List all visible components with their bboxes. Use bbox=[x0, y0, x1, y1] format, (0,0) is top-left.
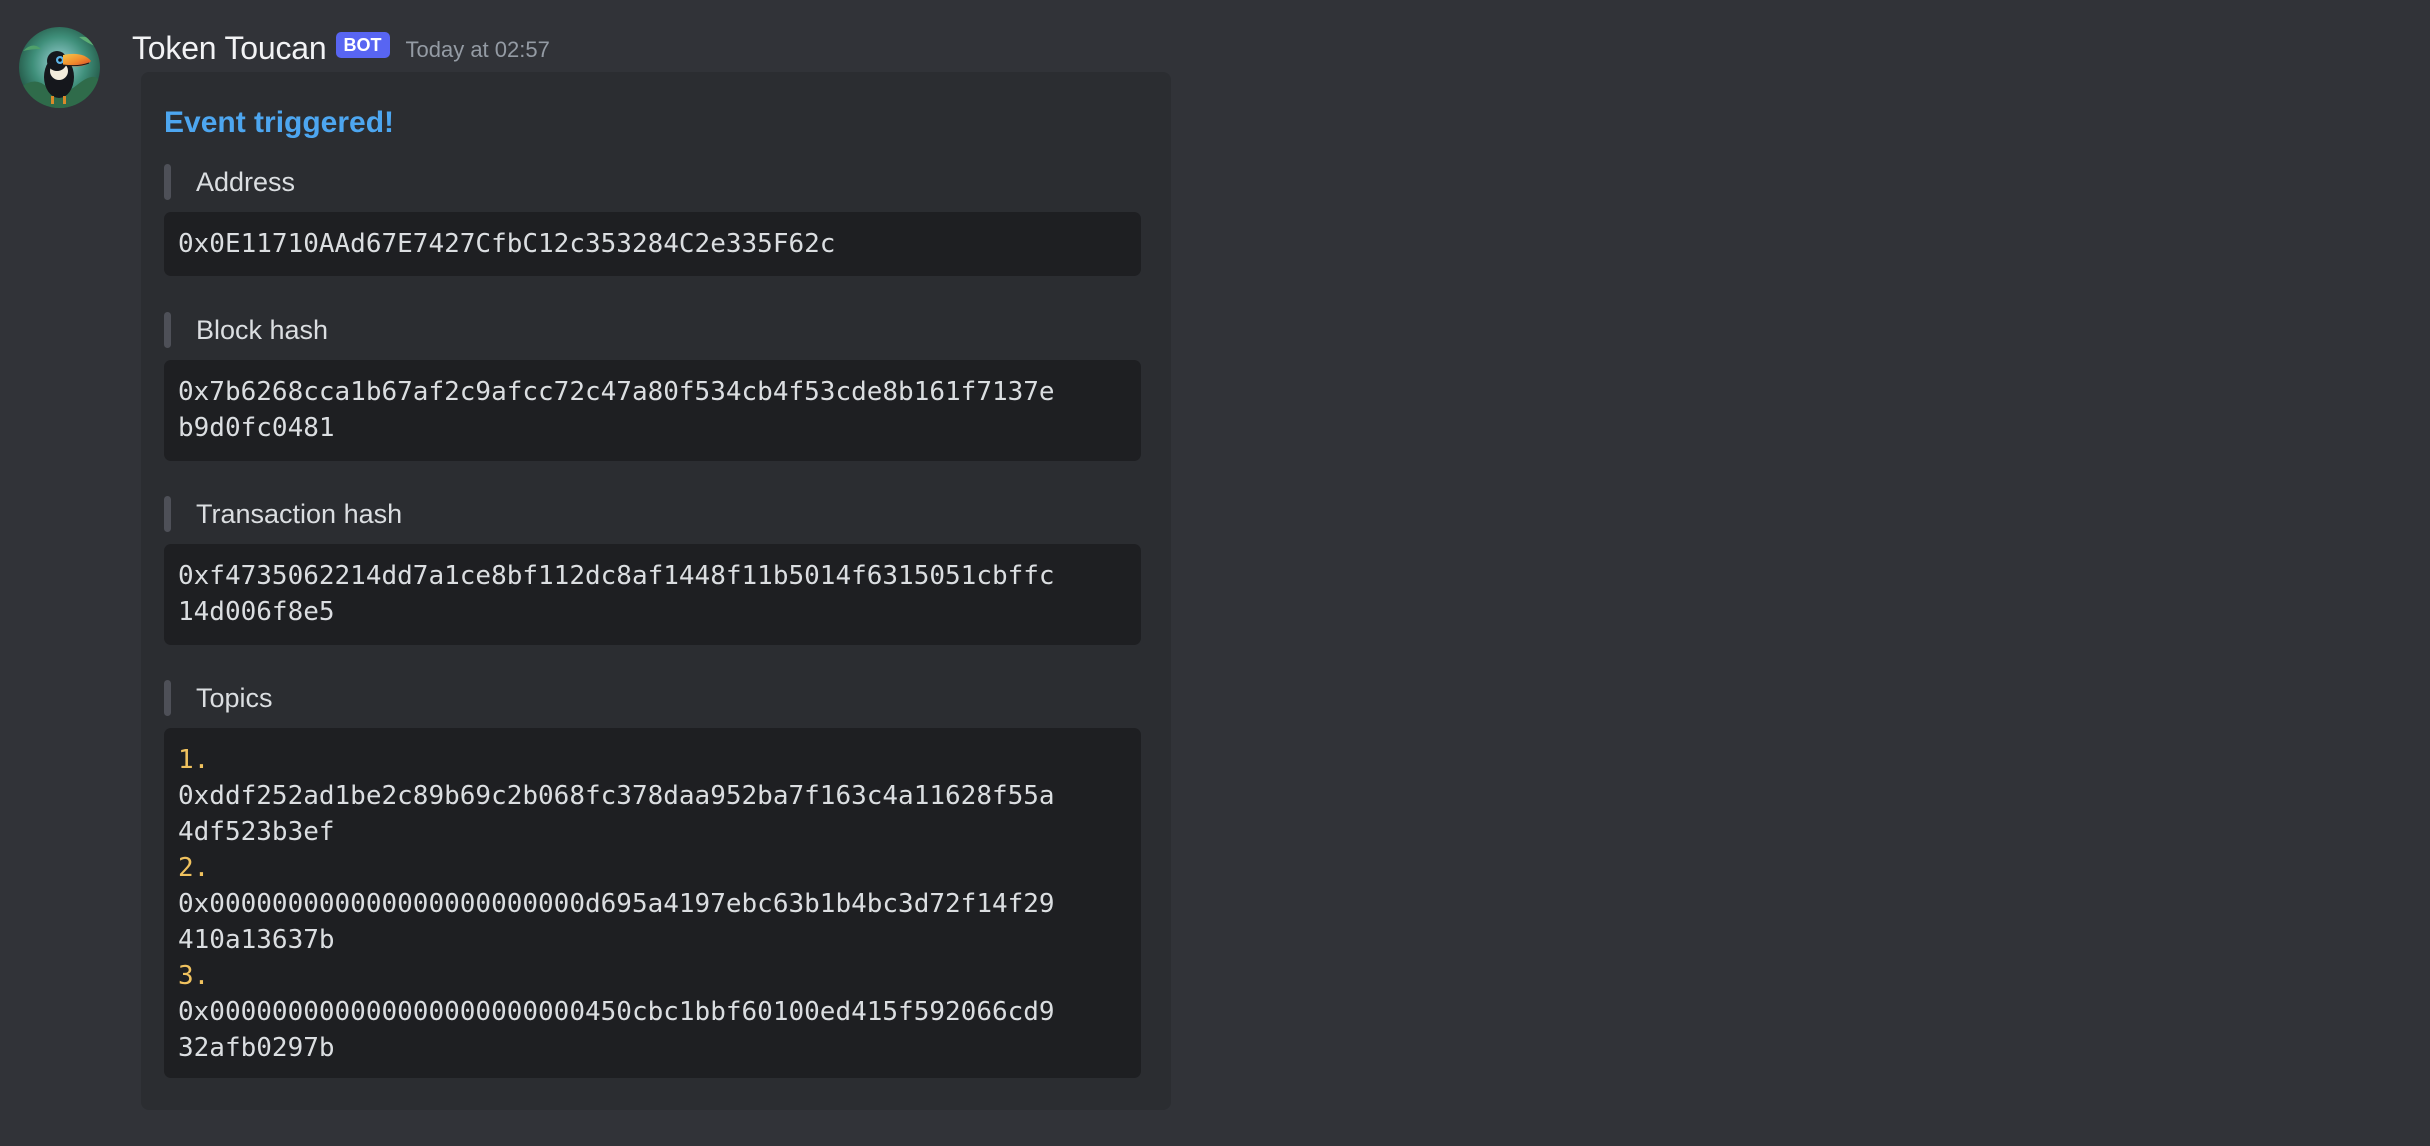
topic-number: 2. bbox=[178, 853, 210, 883]
code-line: 14d006f8e5 bbox=[178, 597, 335, 627]
field-name-topics: Topics bbox=[164, 680, 273, 716]
message-timestamp[interactable]: Today at 02:57 bbox=[406, 37, 550, 63]
code-block-address[interactable]: 0x0E11710AAd67E7427CfbC12c353284C2e335F6… bbox=[164, 212, 1141, 276]
topic-line: 0x000000000000000000000000450cbc1bbf6010… bbox=[178, 997, 1055, 1027]
quote-bar bbox=[164, 496, 171, 532]
code-line: 0x0E11710AAd67E7427CfbC12c353284C2e335F6… bbox=[178, 229, 836, 259]
embed-title: Event triggered! bbox=[164, 106, 395, 139]
topic-number: 3. bbox=[178, 961, 210, 991]
message-header: Token Toucan BOT Today at 02:57 bbox=[132, 26, 550, 70]
topic-line: 0x000000000000000000000000d695a4197ebc63… bbox=[178, 889, 1055, 919]
code-block-topics[interactable]: 1. 0xddf252ad1be2c89b69c2b068fc378daa952… bbox=[164, 728, 1141, 1078]
code-line: 0x7b6268cca1b67af2c9afcc72c47a80f534cb4f… bbox=[178, 377, 1055, 407]
quote-bar bbox=[164, 680, 171, 716]
quote-bar bbox=[164, 312, 171, 348]
field-name-address: Address bbox=[164, 164, 295, 200]
topic-line: 0xddf252ad1be2c89b69c2b068fc378daa952ba7… bbox=[178, 781, 1055, 811]
code-block-transaction-hash[interactable]: 0xf4735062214dd7a1ce8bf112dc8af1448f11b5… bbox=[164, 544, 1141, 645]
bot-badge: BOT bbox=[335, 32, 390, 58]
code-line: b9d0fc0481 bbox=[178, 413, 335, 443]
topic-number: 1. bbox=[178, 745, 210, 775]
topic-line: 32afb0297b bbox=[178, 1033, 335, 1063]
topic-line: 410a13637b bbox=[178, 925, 335, 955]
embed: Event triggered! Address 0x0E11710AAd67E… bbox=[141, 72, 1171, 1110]
code-block-block-hash[interactable]: 0x7b6268cca1b67af2c9afcc72c47a80f534cb4f… bbox=[164, 360, 1141, 461]
topic-line: 4df523b3ef bbox=[178, 817, 335, 847]
code-line: 0xf4735062214dd7a1ce8bf112dc8af1448f11b5… bbox=[178, 561, 1055, 591]
chat-message: Token Toucan BOT Today at 02:57 Event tr… bbox=[0, 0, 2430, 1146]
author-name[interactable]: Token Toucan bbox=[132, 30, 327, 67]
toucan-avatar-icon[interactable] bbox=[19, 27, 100, 108]
quote-bar bbox=[164, 164, 171, 200]
field-name-transaction-hash: Transaction hash bbox=[164, 496, 402, 532]
field-name-block-hash: Block hash bbox=[164, 312, 328, 348]
